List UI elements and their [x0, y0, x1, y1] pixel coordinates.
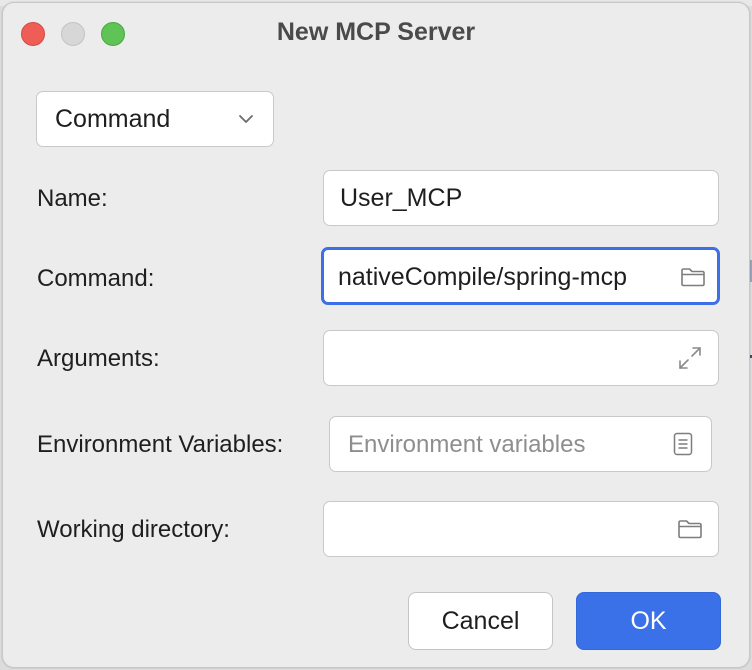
command-field[interactable]: nativeCompile/spring-mcp — [321, 247, 720, 305]
environment-variables-label: Environment Variables: — [37, 431, 284, 458]
document-list-icon[interactable] — [669, 430, 697, 458]
environment-variables-placeholder: Environment variables — [348, 431, 586, 458]
server-type-dropdown[interactable]: Command — [36, 91, 274, 147]
folder-icon[interactable] — [679, 263, 707, 291]
command-label: Command: — [37, 265, 155, 292]
expand-icon[interactable] — [676, 344, 704, 372]
server-type-selected: Command — [55, 105, 171, 133]
new-mcp-server-dialog: New MCP Server Command Name: User_MCP Co… — [2, 2, 750, 668]
command-field-value: nativeCompile/spring-mcp — [338, 263, 628, 291]
cancel-button[interactable]: Cancel — [408, 592, 553, 650]
ok-button[interactable]: OK — [576, 592, 721, 650]
environment-variables-field[interactable]: Environment variables — [329, 416, 712, 472]
arguments-label: Arguments: — [37, 345, 160, 372]
name-label: Name: — [37, 185, 108, 212]
working-directory-field[interactable] — [323, 501, 719, 557]
dialog-title: New MCP Server — [276, 18, 476, 46]
arguments-field[interactable] — [323, 330, 719, 386]
name-field-value: User_MCP — [340, 184, 463, 212]
chevron-down-icon — [239, 115, 253, 123]
folder-icon[interactable] — [676, 515, 704, 543]
title-bar: New MCP Server — [3, 3, 749, 59]
working-directory-label: Working directory: — [37, 516, 230, 543]
name-field[interactable]: User_MCP — [323, 170, 719, 226]
